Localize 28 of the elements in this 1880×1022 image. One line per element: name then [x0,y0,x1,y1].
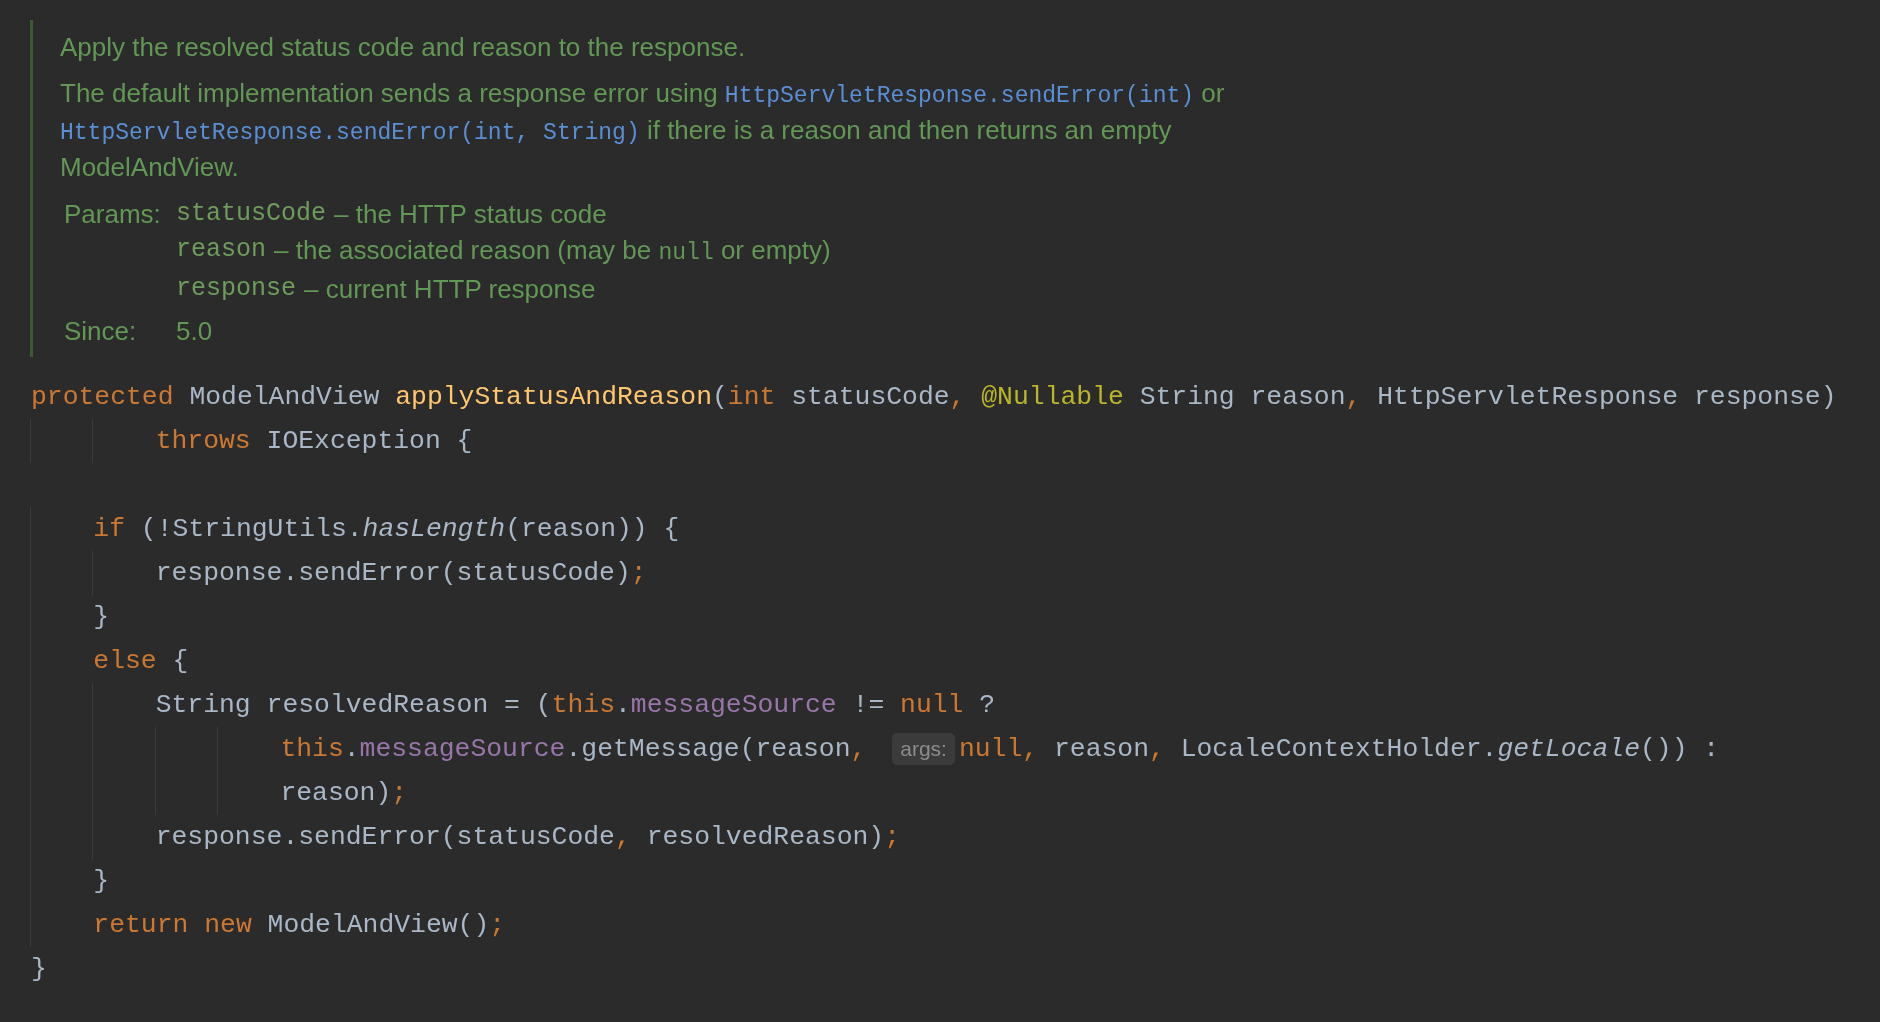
param-name: response [176,273,297,305]
code-line: } [31,953,47,986]
code-line: } [93,865,110,898]
code-line: reason); [280,777,408,810]
code-line: return new ModelAndView(); [93,909,506,942]
doc-link[interactable]: HttpServletResponse.sendError(int) [724,83,1195,109]
param-name: reason [176,234,266,266]
code-line: throws IOException { [155,425,473,458]
code-line: this.messageSource.getMessage(reason, [280,733,868,766]
doc-summary: Apply the resolved status code and reason to the response. [60,31,747,64]
param-description: – the HTTP status code [334,198,607,231]
since-value: 5.0 [176,315,214,348]
since-label: Since: [64,315,138,348]
code-line: response.sendError(statusCode); [155,557,647,590]
code-line: if (!StringUtils.hasLength(reason)) { [93,513,680,546]
doc-link[interactable]: HttpServletResponse.sendError(int, String) [60,120,640,146]
code-line: else { [93,645,189,678]
code-line: null, reason, LocaleContextHolder.getLocale()) : [958,733,1720,766]
param-name: statusCode [176,198,327,230]
params-label: Params: [64,198,162,231]
code-line: String resolvedReason = (this.messageSource != null ? [155,689,996,722]
code-line: response.sendError(statusCode, resolvedReason); [155,821,901,854]
inlay-hint: args: [892,733,955,765]
doc-description: The default implementation sends a response error using HttpServletResponse.sendError(int) or HttpServletResponse.sendError(int, String) if there is a reason and then returns an empty ModelAndView. [60,77,1226,184]
param-description: – current HTTP response [304,273,596,306]
param-description: – the associated reason (may be null or empty) [274,234,831,268]
code-line: protected ModelAndView applyStatusAndReason(int statusCode, @Nullable String reason, HttpServletResponse response) [31,381,1837,414]
code-line: } [93,601,110,634]
